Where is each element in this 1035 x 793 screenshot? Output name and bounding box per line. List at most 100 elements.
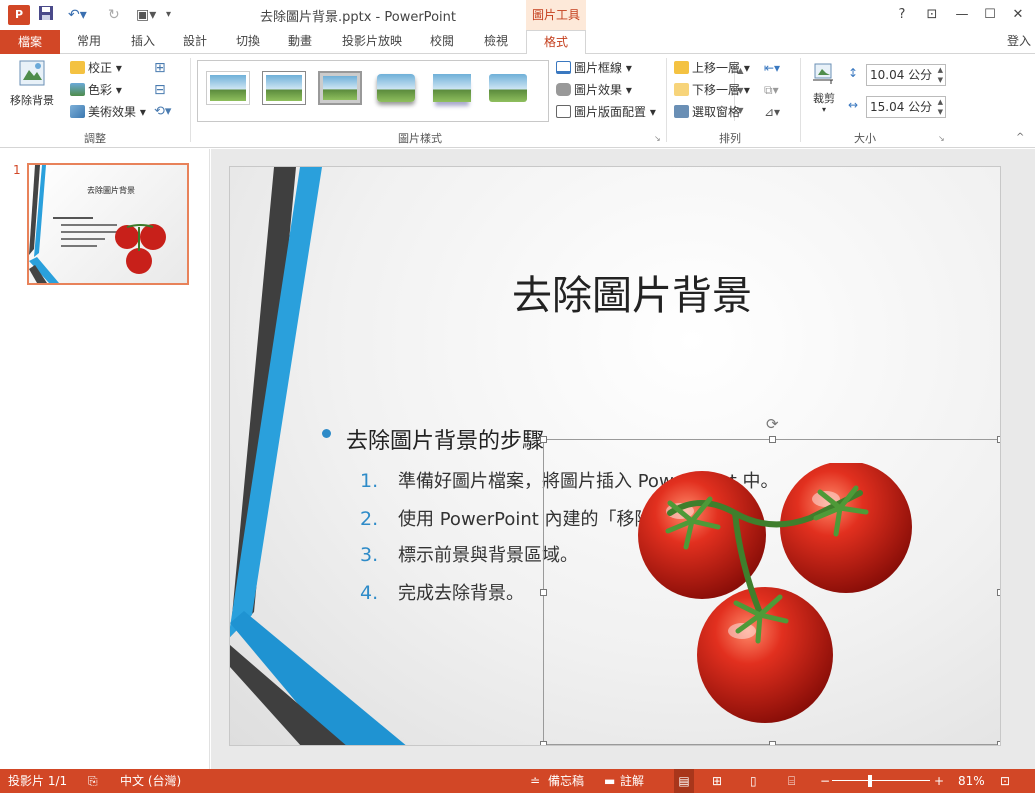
- resize-handle[interactable]: [769, 436, 776, 443]
- tab-insert[interactable]: 插入: [120, 30, 166, 54]
- undo-icon[interactable]: ↶▾: [68, 5, 87, 25]
- shape-width-input[interactable]: 15.04 公分 ▲ ▼: [866, 96, 946, 118]
- corrections-button[interactable]: 校正 ▾: [70, 58, 122, 78]
- language-indicator[interactable]: 中文 (台灣): [120, 769, 181, 793]
- arrange-group-label: 排列: [719, 132, 741, 145]
- normal-view-icon[interactable]: ▤: [674, 769, 694, 793]
- divider: [666, 58, 667, 142]
- customize-quick-access-icon[interactable]: ▾: [166, 5, 171, 25]
- slide[interactable]: 去除圖片背景 去除圖片背景的步驟 1. 準備好圖片檔案，將圖片插入 PowerPo…: [229, 166, 1001, 746]
- picture-style-thumb[interactable]: [430, 71, 474, 105]
- group-icon[interactable]: ⧉▾: [764, 80, 779, 100]
- powerpoint-logo-icon[interactable]: P: [8, 5, 30, 25]
- remove-background-button[interactable]: 移除背景: [6, 58, 58, 116]
- bullet-dot: [322, 429, 331, 438]
- tab-transitions[interactable]: 切換: [225, 30, 271, 54]
- slide-title[interactable]: 去除圖片背景: [512, 263, 752, 321]
- picture-style-thumb[interactable]: [486, 71, 530, 105]
- rotate-handle-icon[interactable]: ⟳: [766, 415, 779, 433]
- ribbon-display-options-icon[interactable]: ⊡: [920, 5, 944, 25]
- bring-forward-button[interactable]: 上移一層 ▾: [674, 58, 750, 78]
- list-item-number: 1.: [360, 470, 379, 492]
- send-backward-icon: [674, 83, 689, 96]
- picture-layout-button[interactable]: 圖片版面配置 ▾: [556, 102, 656, 122]
- slide-thumbnail-pane: 1 去除圖片背景: [0, 149, 210, 769]
- slide-bullet[interactable]: 去除圖片背景的步驟: [346, 423, 544, 455]
- picture-border-button[interactable]: 圖片框線 ▾: [556, 58, 632, 78]
- maximize-button[interactable]: ☐: [978, 5, 1002, 25]
- picture-border-icon: [556, 61, 571, 74]
- dialog-launcher-icon[interactable]: ↘: [938, 134, 945, 143]
- picture-color-icon: [70, 83, 85, 96]
- tab-slideshow[interactable]: 投影片放映: [334, 30, 410, 54]
- resize-handle[interactable]: [997, 741, 1000, 745]
- slide-sorter-icon[interactable]: ⊞: [712, 769, 722, 793]
- tab-design[interactable]: 設計: [172, 30, 218, 54]
- resize-handle[interactable]: [540, 741, 547, 745]
- color-label: 色彩: [88, 83, 113, 97]
- picture-style-thumb[interactable]: [206, 71, 250, 105]
- notes-icon[interactable]: ≐: [530, 769, 540, 793]
- send-backward-button[interactable]: 下移一層 ▾: [674, 80, 750, 100]
- list-item-text: 完成去除背景。: [398, 583, 524, 604]
- collapse-ribbon-icon[interactable]: ^: [1016, 132, 1024, 143]
- list-item[interactable]: 4. 完成去除背景。: [360, 579, 524, 605]
- tab-animations[interactable]: 動畫: [277, 30, 323, 54]
- list-item-number: 2.: [360, 508, 379, 530]
- picture-effects-button[interactable]: 圖片效果 ▾: [556, 80, 632, 100]
- compress-pictures-icon[interactable]: ⊞: [154, 58, 166, 78]
- picture-tools-context-label: 圖片工具: [526, 0, 586, 30]
- start-slideshow-icon[interactable]: ▣▾: [136, 5, 156, 25]
- tab-home[interactable]: 常用: [66, 30, 112, 54]
- fit-to-window-icon[interactable]: ⊡: [1000, 769, 1010, 793]
- resize-handle[interactable]: [769, 741, 776, 745]
- resize-handle[interactable]: [540, 589, 547, 596]
- slideshow-view-icon[interactable]: ⌸: [788, 769, 795, 793]
- picture-style-thumb[interactable]: [262, 71, 306, 105]
- login-link[interactable]: 登入: [1007, 32, 1031, 49]
- corrections-label: 校正: [88, 61, 113, 75]
- ribbon: 移除背景 校正 ▾ 色彩 ▾ 美術效果 ▾ ⊞ ⊟ ⟲▾ 調整 ▲ ▼ ▼ 圖片…: [0, 54, 1035, 148]
- reset-picture-icon[interactable]: ⟲▾: [154, 102, 171, 122]
- align-icon[interactable]: ⇤▾: [764, 58, 780, 78]
- picture-styles-gallery[interactable]: ▲ ▼ ▼: [197, 60, 744, 122]
- reading-view-icon[interactable]: ▯: [750, 769, 757, 793]
- help-button[interactable]: ?: [890, 5, 914, 25]
- save-icon[interactable]: [38, 5, 54, 25]
- zoom-in-button[interactable]: +: [934, 769, 944, 793]
- remove-background-icon: [19, 60, 45, 86]
- selection-pane-button[interactable]: 選取窗格: [674, 102, 740, 122]
- picture-style-thumb[interactable]: [318, 71, 362, 105]
- zoom-out-button[interactable]: −: [820, 769, 830, 793]
- tab-view[interactable]: 檢視: [473, 30, 519, 54]
- rotate-icon[interactable]: ⊿▾: [764, 102, 780, 122]
- ribbon-tabs: 檔案 常用 插入 設計 切換 動畫 投影片放映 校閱 檢視 格式: [0, 30, 1035, 55]
- close-button[interactable]: ✕: [1006, 5, 1030, 25]
- zoom-slider-thumb[interactable]: [868, 775, 872, 787]
- height-icon: ↕: [848, 66, 859, 80]
- tab-format[interactable]: 格式: [526, 30, 586, 55]
- tab-review[interactable]: 校閱: [419, 30, 465, 54]
- minimize-button[interactable]: —: [950, 5, 974, 25]
- spell-check-icon[interactable]: ⎘: [88, 769, 98, 793]
- color-button[interactable]: 色彩 ▾: [70, 80, 122, 100]
- zoom-slider-track[interactable]: [832, 780, 930, 781]
- resize-handle[interactable]: [997, 589, 1000, 596]
- comments-button[interactable]: 註解: [620, 769, 644, 793]
- slide-thumbnail[interactable]: 去除圖片背景: [27, 163, 189, 285]
- resize-handle[interactable]: [997, 436, 1000, 443]
- picture-style-thumb[interactable]: [374, 71, 418, 105]
- redo-icon[interactable]: ↻: [108, 5, 120, 25]
- zoom-level[interactable]: 81%: [958, 769, 985, 793]
- change-picture-icon[interactable]: ⊟: [154, 80, 166, 100]
- shape-height-input[interactable]: 10.04 公分 ▲ ▼: [866, 64, 946, 86]
- notes-button[interactable]: 備忘稿: [548, 769, 584, 793]
- picture-selection-frame[interactable]: [540, 436, 1000, 745]
- artistic-effects-button[interactable]: 美術效果 ▾: [70, 102, 146, 122]
- selection-pane-icon: [674, 105, 689, 118]
- resize-handle[interactable]: [540, 436, 547, 443]
- dialog-launcher-icon[interactable]: ↘: [654, 134, 661, 143]
- crop-button[interactable]: 裁剪 ▾: [806, 60, 842, 120]
- tab-file[interactable]: 檔案: [0, 30, 60, 54]
- comments-icon[interactable]: ▬: [604, 769, 615, 793]
